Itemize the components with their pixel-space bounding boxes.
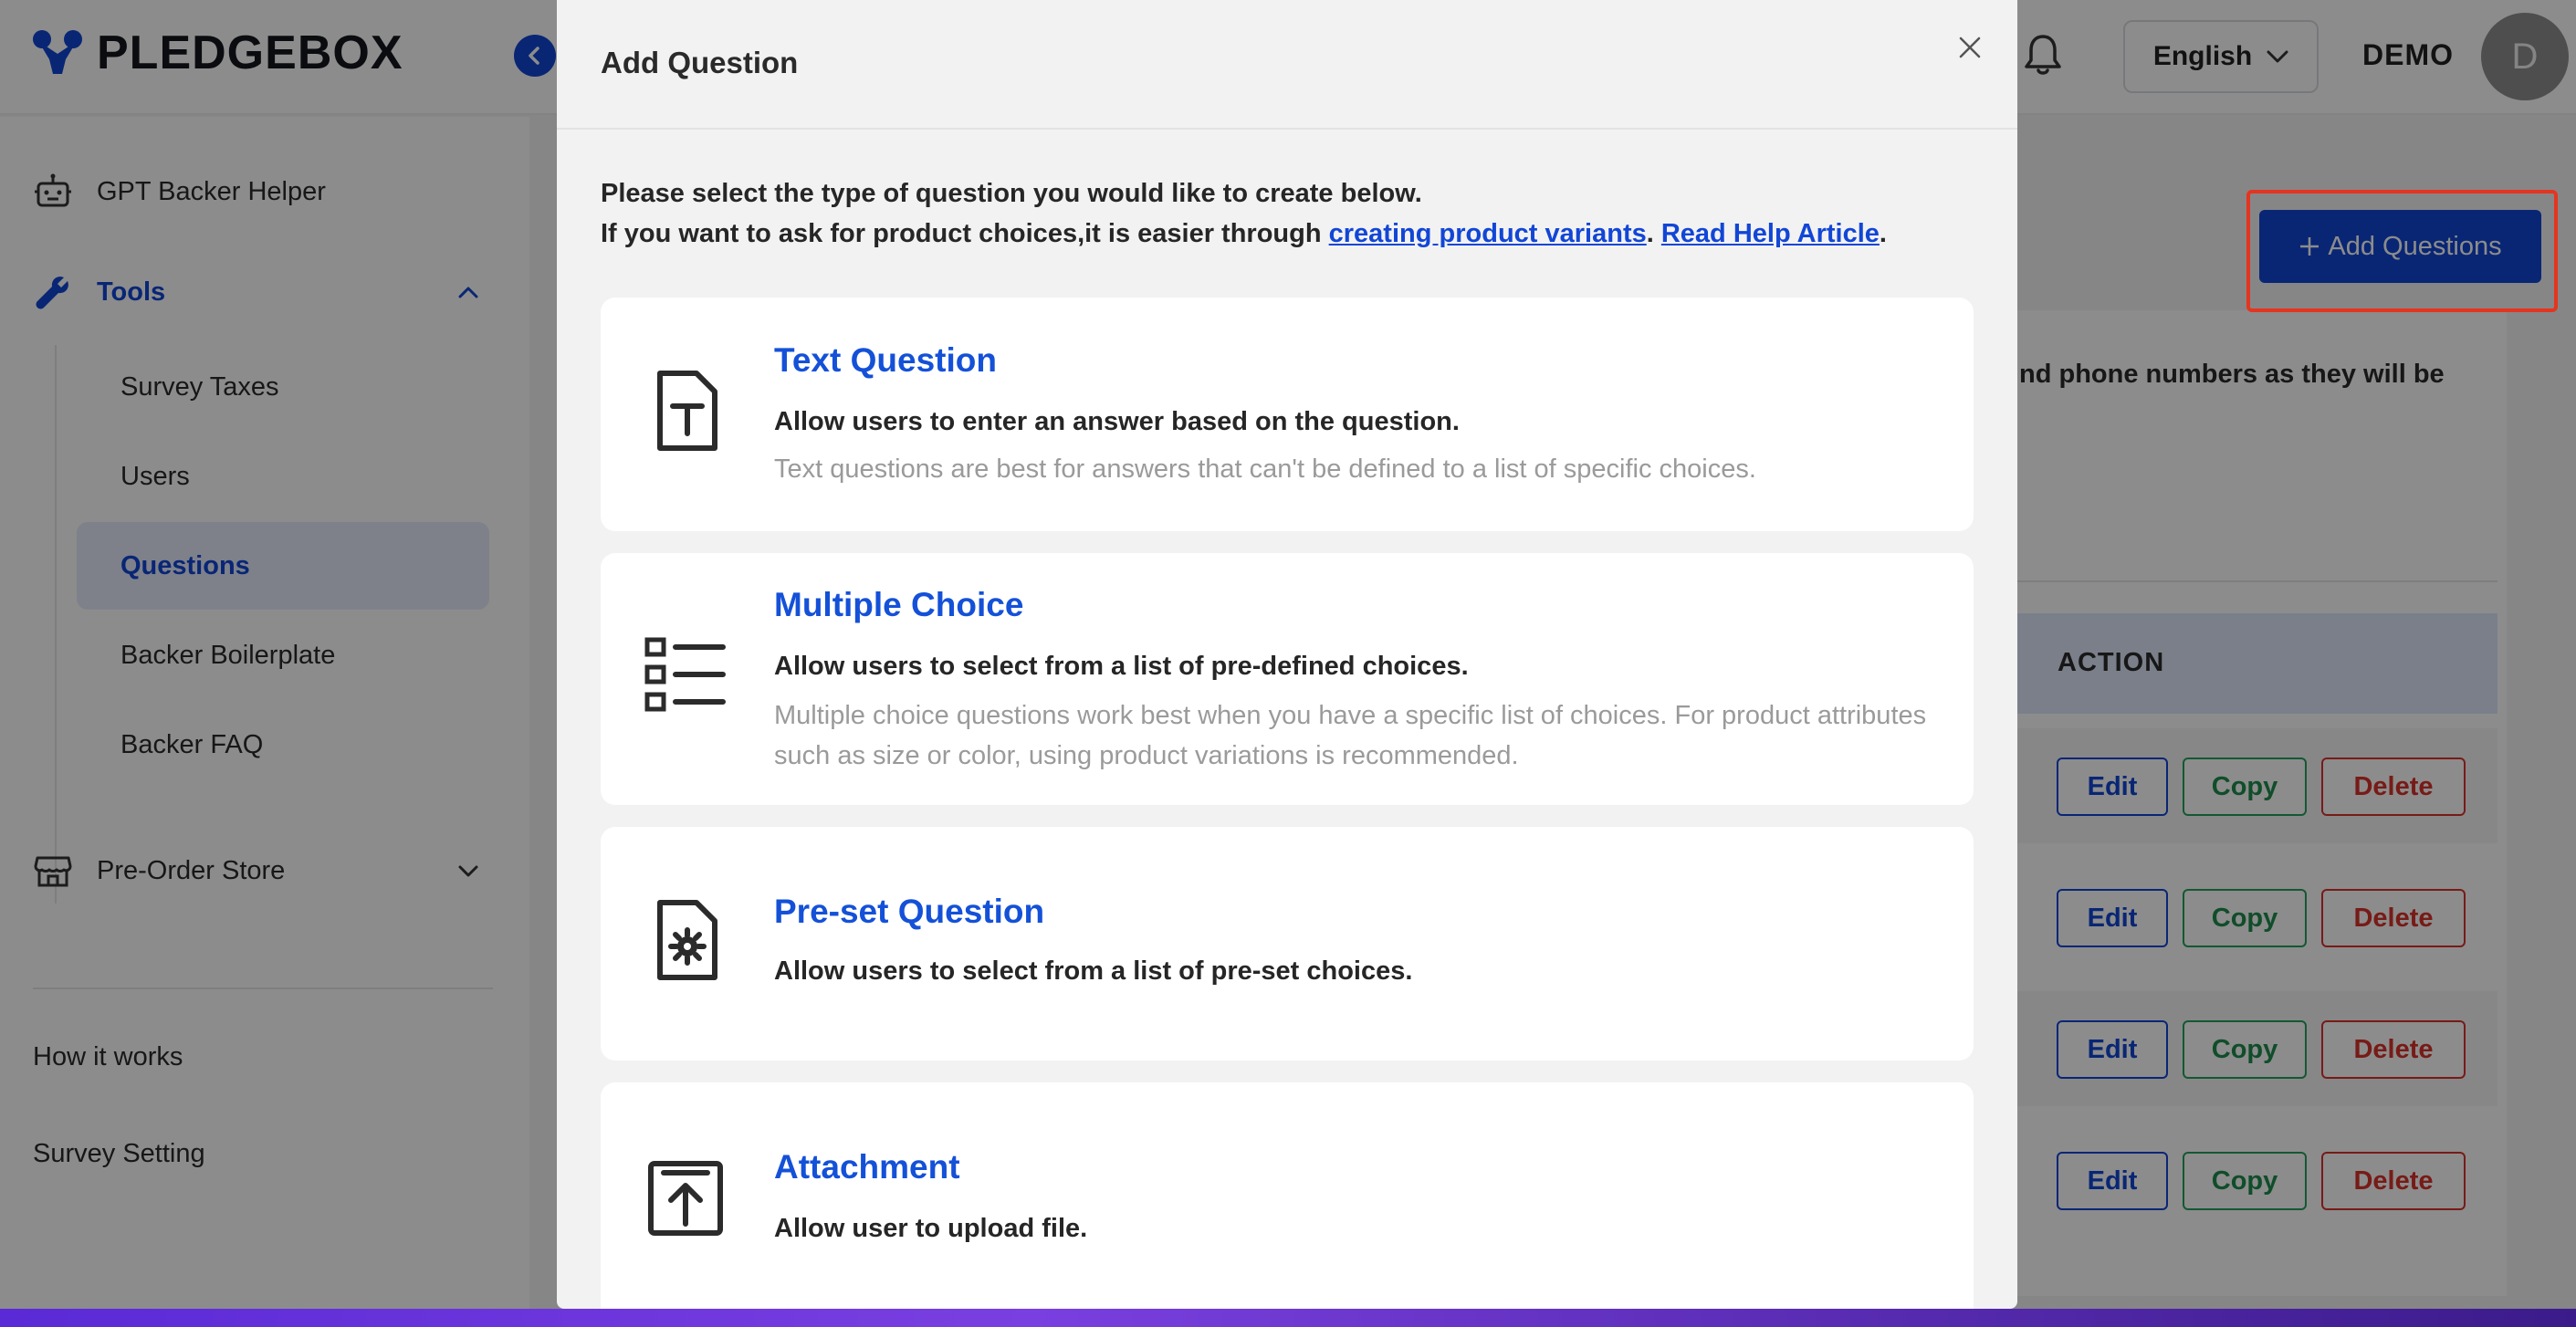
taskbar-strip: [0, 1309, 2576, 1327]
list-icon: [644, 633, 727, 716]
card-subtitle: Allow user to upload file.: [774, 1214, 1088, 1243]
intro-end: .: [1879, 219, 1887, 248]
attachment-card[interactable]: Attachment Allow user to upload file.: [601, 1082, 1974, 1309]
intro-separator: .: [1646, 219, 1661, 248]
intro-line-1: Please select the type of question you w…: [601, 179, 1422, 208]
gear-document-icon: [644, 900, 727, 982]
card-title: Multiple Choice: [774, 586, 1024, 623]
close-button[interactable]: [1950, 27, 1990, 68]
multiple-choice-card[interactable]: Multiple Choice Allow users to select fr…: [601, 553, 1974, 805]
card-description: Text questions are best for answers that…: [774, 455, 1756, 484]
text-document-icon: [644, 371, 727, 453]
card-subtitle: Allow users to select from a list of pre…: [774, 956, 1413, 986]
card-title: Text Question: [774, 341, 997, 379]
card-title: Pre-set Question: [774, 893, 1045, 930]
card-title: Attachment: [774, 1148, 960, 1186]
upload-icon: [644, 1157, 727, 1239]
creating-product-variants-link[interactable]: creating product variants: [1329, 219, 1647, 248]
highlight-annotation: [2246, 190, 2558, 312]
text-question-card[interactable]: Text Question Allow users to enter an an…: [601, 298, 1974, 531]
intro-line-2-text: If you want to ask for product choices,i…: [601, 219, 1329, 248]
pre-set-question-card[interactable]: Pre-set Question Allow users to select f…: [601, 827, 1974, 1061]
add-question-modal: Add Question Please select the type of q…: [557, 0, 2017, 1309]
modal-header: Add Question: [557, 0, 2017, 130]
card-description: Multiple choice questions work best when…: [774, 701, 1927, 770]
close-icon: [1959, 37, 1981, 58]
card-subtitle: Allow users to select from a list of pre…: [774, 652, 1469, 681]
card-subtitle: Allow users to enter an answer based on …: [774, 407, 1460, 436]
intro-line-2: If you want to ask for product choices,i…: [601, 214, 1988, 254]
read-help-article-link[interactable]: Read Help Article: [1661, 219, 1880, 248]
modal-intro: Please select the type of question you w…: [601, 173, 1988, 254]
modal-title: Add Question: [601, 46, 799, 79]
